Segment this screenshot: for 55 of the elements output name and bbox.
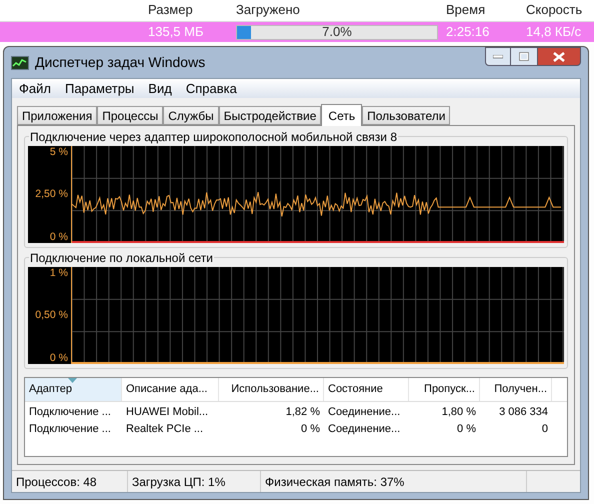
column-header[interactable]: Пропуск... <box>409 378 480 401</box>
tab[interactable]: Службы <box>163 106 219 125</box>
axis-label: 1 % <box>50 268 68 278</box>
size-text: 135,5 МБ <box>148 23 205 42</box>
axis-label: 0 % <box>50 232 68 242</box>
app-icon <box>11 56 29 70</box>
column-header[interactable]: Загружено <box>236 0 446 19</box>
status-text: Физическая память: 37% <box>261 471 527 492</box>
window-title: Диспетчер задач Windows <box>35 53 206 72</box>
restore-icon <box>519 52 529 61</box>
tab[interactable]: Пользователи <box>362 106 450 125</box>
speed-text: 14,8 КБ/с <box>526 23 582 42</box>
menu-item[interactable]: Параметры <box>64 78 134 98</box>
table-cell-text: 0 % <box>456 422 477 436</box>
table-cell-text: 0 <box>540 422 549 436</box>
table-cell-text: 1,80 % <box>440 405 477 419</box>
minimize-icon <box>493 54 503 58</box>
column-header[interactable]: Время <box>446 0 526 19</box>
tab[interactable]: Сеть <box>321 104 362 126</box>
axis-label: 0 % <box>50 352 68 363</box>
tab[interactable]: Быстродействие <box>218 106 322 125</box>
table-cell-text: HUAWEI Mobil... <box>125 405 210 419</box>
column-header[interactable]: Размер <box>148 0 236 19</box>
time-text: 2:25:16 <box>446 23 490 42</box>
column-header[interactable]: Получен... <box>480 378 552 401</box>
status-text: Процессов: 48 <box>12 471 128 492</box>
table-cell-text: 0 % <box>300 422 321 436</box>
column-header[interactable]: Описание ада... <box>122 378 219 401</box>
axis-label: 0,50 % <box>35 310 68 321</box>
table-cell-text: Realtek PCIe ... <box>125 422 204 436</box>
status-text: Загрузка ЦП: 1% <box>128 471 261 492</box>
table-cell-text: Подключение ... <box>28 422 112 436</box>
progress-text: 7.0% <box>322 23 352 42</box>
menu-item[interactable]: Справка <box>186 78 237 98</box>
sort-icon <box>68 378 77 383</box>
close-button[interactable] <box>537 47 581 66</box>
axis-label: 2,50 % <box>35 189 68 200</box>
column-header[interactable]: Скорость <box>526 0 592 19</box>
minimize-button[interactable] <box>485 47 511 66</box>
table-cell-text: 3 086 334 <box>498 405 549 419</box>
menu-item[interactable]: Вид <box>148 78 172 98</box>
tab[interactable]: Процессы <box>97 106 164 125</box>
menu-item[interactable]: Файл <box>19 78 51 98</box>
axis-label: 5 % <box>50 147 68 158</box>
table-cell-text: Соединение... <box>327 422 402 436</box>
column-header[interactable]: Адаптер <box>25 378 122 401</box>
restore-button[interactable] <box>511 47 537 66</box>
tab[interactable]: Приложения <box>17 106 98 125</box>
column-header[interactable]: Использование... <box>219 378 324 401</box>
table-cell-text: Подключение ... <box>28 405 112 419</box>
table-cell-text: 1,82 % <box>284 405 321 419</box>
close-icon <box>553 52 565 62</box>
table-cell-text: Соединение... <box>327 405 402 419</box>
column-header[interactable]: Состояние <box>324 378 409 401</box>
download-row[interactable]: 135,5 МБ 7.0% 2:25:16 14,8 КБ/с <box>0 22 594 42</box>
